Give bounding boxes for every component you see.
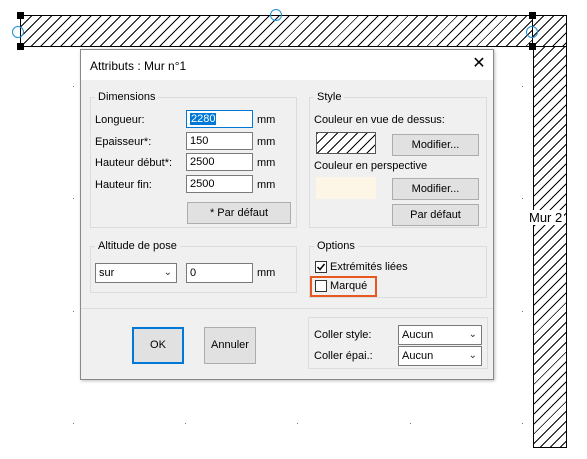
top-view-color-label: Couleur en vue de dessus: bbox=[314, 114, 445, 126]
top-view-color-swatch bbox=[316, 132, 376, 154]
longueur-label: Longueur: bbox=[95, 114, 145, 126]
hauteur-fin-input[interactable]: 2500 bbox=[186, 175, 253, 193]
linked-ends-checkbox[interactable] bbox=[315, 261, 327, 273]
perspective-color-label: Couleur en perspective bbox=[314, 160, 428, 172]
modify-top-color-button[interactable]: Modifier... bbox=[392, 134, 479, 156]
close-icon[interactable]: ✕ bbox=[469, 54, 489, 74]
options-group-label: Options bbox=[314, 240, 358, 252]
grid-dot bbox=[185, 423, 186, 424]
wall-2[interactable] bbox=[533, 46, 567, 448]
grid-dot bbox=[522, 311, 523, 312]
longueur-unit: mm bbox=[257, 114, 276, 126]
grid-dot bbox=[73, 198, 74, 199]
hauteur-debut-label: Hauteur début*: bbox=[95, 157, 173, 169]
cancel-button[interactable]: Annuler bbox=[204, 327, 256, 364]
dimensions-default-button[interactable]: * Par défaut bbox=[187, 202, 291, 224]
linked-ends-label: Extrémités liées bbox=[330, 261, 408, 273]
grid-dot bbox=[73, 423, 74, 424]
paste-thickness-value: Aucun bbox=[402, 350, 434, 362]
checkmark-icon bbox=[316, 263, 326, 271]
marked-label: Marqué bbox=[330, 280, 368, 292]
style-group-label: Style bbox=[314, 91, 345, 103]
selection-handle[interactable] bbox=[529, 43, 536, 50]
altitude-select-value: sur bbox=[99, 267, 115, 279]
footer-divider bbox=[81, 308, 493, 309]
hauteur-debut-unit: mm bbox=[257, 157, 276, 169]
grid-dot bbox=[522, 423, 523, 424]
ok-button[interactable]: OK bbox=[132, 327, 184, 364]
attributes-dialog: Attributs : Mur n°1 ✕ Dimensions Longueu… bbox=[80, 49, 494, 380]
marked-checkbox[interactable] bbox=[315, 280, 327, 292]
grid-dot bbox=[410, 423, 411, 424]
grid-dot bbox=[73, 86, 74, 87]
midpoint-handle[interactable] bbox=[270, 9, 282, 21]
modify-perspective-color-button[interactable]: Modifier... bbox=[392, 178, 479, 200]
altitude-group-label: Altitude de pose bbox=[95, 240, 180, 252]
paste-style-select[interactable]: Aucun ⌄ bbox=[398, 325, 482, 345]
perspective-color-swatch bbox=[316, 177, 376, 199]
grid-dot bbox=[297, 423, 298, 424]
altitude-input[interactable]: 0 bbox=[186, 263, 253, 283]
hauteur-fin-unit: mm bbox=[257, 179, 276, 191]
title-bar: Attributs : Mur n°1 ✕ bbox=[81, 50, 493, 80]
altitude-unit: mm bbox=[257, 267, 276, 279]
selection-handle[interactable] bbox=[17, 43, 24, 50]
paste-thickness-label: Coller épai.: bbox=[314, 350, 373, 362]
longueur-value: 2280 bbox=[190, 113, 217, 125]
chevron-down-icon: ⌄ bbox=[468, 350, 477, 361]
chevron-down-icon: ⌄ bbox=[468, 329, 477, 340]
style-default-button[interactable]: Par défaut bbox=[392, 204, 479, 226]
epaisseur-label: Epaisseur*: bbox=[95, 136, 152, 148]
selection-handle[interactable] bbox=[529, 12, 536, 19]
longueur-input[interactable]: 2280 bbox=[186, 110, 253, 128]
grid-dot bbox=[522, 86, 523, 87]
hauteur-debut-input[interactable]: 2500 bbox=[186, 153, 253, 171]
grid-dot bbox=[522, 198, 523, 199]
altitude-select[interactable]: sur ⌄ bbox=[95, 263, 177, 283]
wall-label: Mur 2 bbox=[527, 210, 565, 225]
paste-style-value: Aucun bbox=[402, 329, 434, 341]
wall-corner bbox=[533, 15, 567, 47]
paste-thickness-select[interactable]: Aucun ⌄ bbox=[398, 346, 482, 366]
grid-dot bbox=[73, 311, 74, 312]
epaisseur-input[interactable]: 150 bbox=[186, 132, 253, 150]
endpoint-handle-left[interactable] bbox=[12, 26, 24, 38]
chevron-down-icon: ⌄ bbox=[163, 267, 172, 278]
dimensions-group-label: Dimensions bbox=[95, 91, 159, 103]
endpoint-handle-right[interactable] bbox=[526, 26, 538, 38]
paste-style-label: Coller style: bbox=[314, 329, 372, 341]
hauteur-fin-label: Hauteur fin: bbox=[95, 179, 152, 191]
epaisseur-unit: mm bbox=[257, 136, 276, 148]
selection-handle[interactable] bbox=[17, 12, 24, 19]
dialog-title: Attributs : Mur n°1 bbox=[90, 59, 187, 73]
